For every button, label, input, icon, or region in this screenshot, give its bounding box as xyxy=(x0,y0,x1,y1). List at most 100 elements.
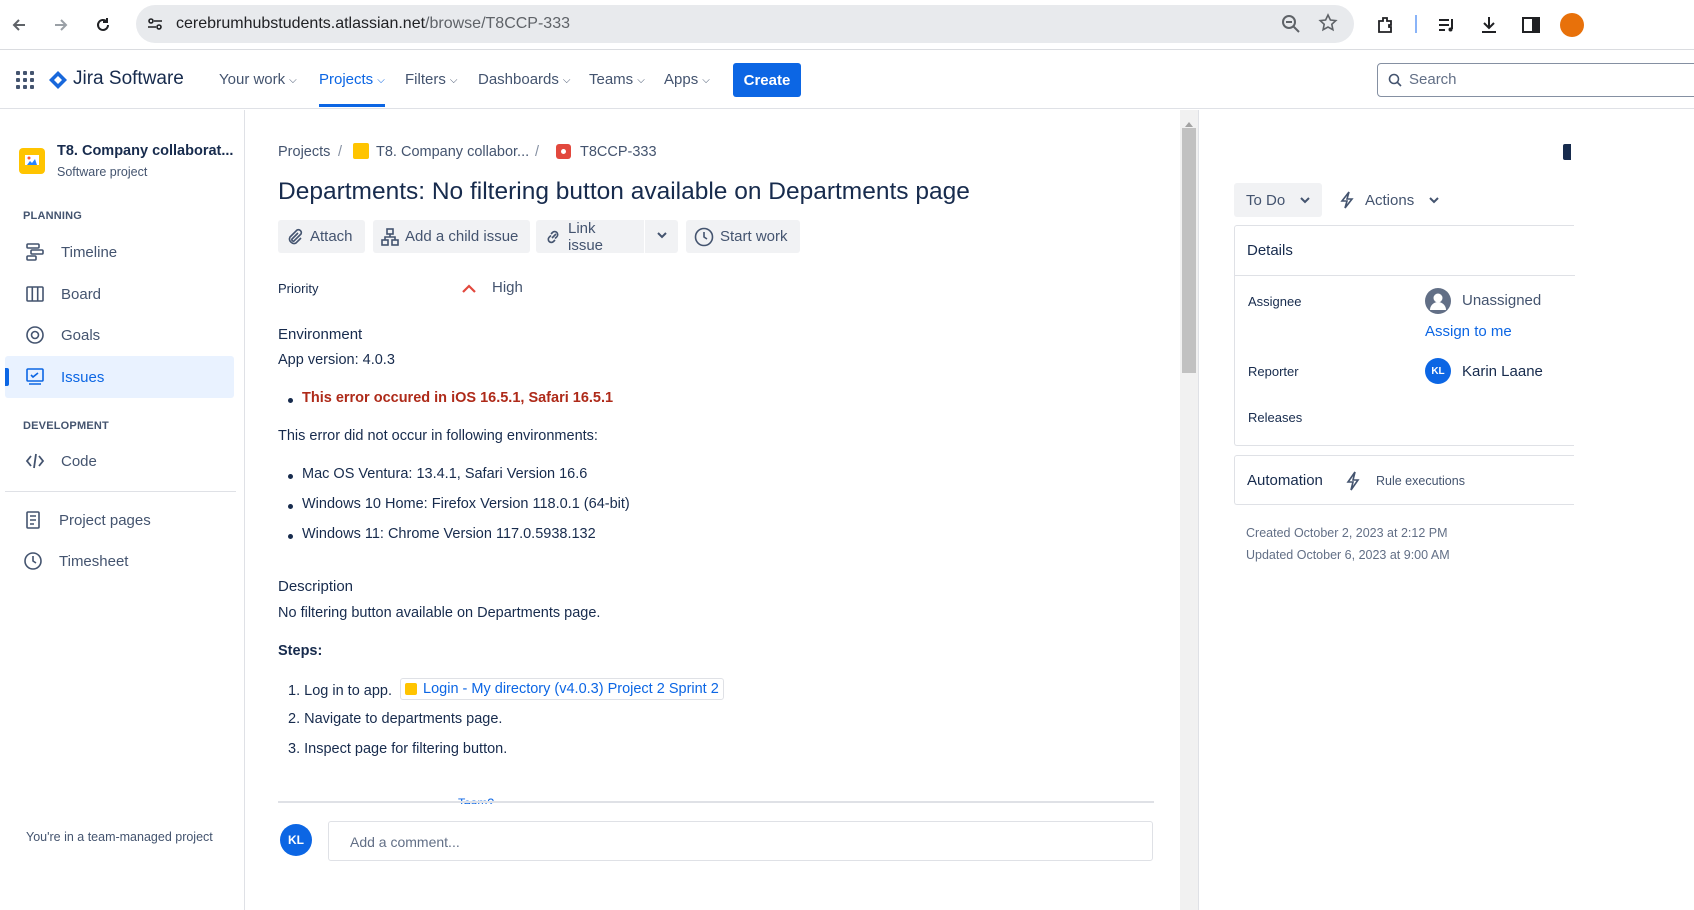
list-item: Windows 11: Chrome Version 117.0.5938.13… xyxy=(288,526,596,542)
automation-heading[interactable]: Automation xyxy=(1247,472,1323,489)
steps-heading: Steps: xyxy=(278,643,323,659)
nav-projects[interactable]: Projects ⌵ xyxy=(319,71,385,107)
project-avatar-icon xyxy=(19,148,45,174)
details-divider xyxy=(1235,275,1575,276)
sidebar-item-label: Timesheet xyxy=(59,552,129,570)
link-issue-button[interactable]: Link issue xyxy=(536,220,644,254)
paperclip-icon xyxy=(286,228,304,246)
url-text: cerebrumhubstudents.atlassian.net/browse… xyxy=(176,15,570,32)
automation-section[interactable]: Automation Rule executions xyxy=(1234,455,1574,505)
breadcrumb-project[interactable]: T8. Company collabor... xyxy=(376,144,529,160)
sidebar-item-timesheet[interactable]: Timesheet xyxy=(5,540,234,582)
site-settings-icon[interactable] xyxy=(146,15,164,36)
project-type: Software project xyxy=(57,165,148,179)
sidebar-item-label: Timeline xyxy=(61,243,118,261)
nav-teams[interactable]: Teams ⌵ xyxy=(589,71,645,88)
rule-executions-label[interactable]: Rule executions xyxy=(1376,474,1465,488)
main-scrollbar[interactable] xyxy=(1180,110,1198,910)
sidebar-item-code[interactable]: Code xyxy=(5,440,234,482)
breadcrumb-issue-key[interactable]: T8CCP-333 xyxy=(580,144,657,160)
downloads-icon[interactable] xyxy=(1476,12,1502,38)
code-icon xyxy=(23,449,47,473)
bug-icon[interactable] xyxy=(556,144,571,159)
scrollbar-thumb[interactable] xyxy=(1182,128,1196,373)
sidebar-item-label: Goals xyxy=(61,326,101,344)
breadcrumb-separator: / xyxy=(535,144,540,160)
project-name[interactable]: T8. Company collaborat... xyxy=(57,143,233,159)
updated-timestamp: Updated October 6, 2023 at 9:00 AM xyxy=(1246,548,1450,562)
priority-value[interactable]: High xyxy=(492,279,523,296)
browser-toolbar: cerebrumhubstudents.atlassian.net/browse… xyxy=(0,0,1694,50)
attach-button[interactable]: Attach xyxy=(278,220,365,253)
sidebar-item-timeline[interactable]: Timeline xyxy=(5,231,234,273)
assign-to-me-link[interactable]: Assign to me xyxy=(1425,323,1512,340)
details-section: Details Assignee Unassigned Assign to me… xyxy=(1234,225,1575,446)
actions-button[interactable]: Actions xyxy=(1339,183,1440,217)
board-icon xyxy=(23,282,47,306)
reporter-avatar: KL xyxy=(1425,358,1451,384)
start-work-button[interactable]: Start work xyxy=(686,220,800,253)
not-occur-intro: This error did not occur in following en… xyxy=(278,428,598,444)
address-bar[interactable]: cerebrumhubstudents.atlassian.net/browse… xyxy=(136,5,1354,43)
assignee-label: Assignee xyxy=(1248,294,1302,309)
issue-main: Projects / T8. Company collabor... / T8C… xyxy=(246,110,1181,910)
create-button[interactable]: Create xyxy=(733,63,801,97)
reporter-value[interactable]: Karin Laane xyxy=(1462,363,1543,380)
profile-avatar[interactable] xyxy=(1560,13,1584,37)
lightning-icon xyxy=(1345,471,1361,494)
product-name[interactable]: Jira Software xyxy=(73,68,184,90)
nav-dashboards[interactable]: Dashboards ⌵ xyxy=(478,71,570,88)
assignee-value[interactable]: Unassigned xyxy=(1462,292,1541,309)
details-heading[interactable]: Details xyxy=(1247,242,1293,259)
list-item: Mac OS Ventura: 13.4.1, Safari Version 1… xyxy=(287,466,588,482)
media-control-icon[interactable] xyxy=(1434,12,1460,38)
zoom-icon[interactable] xyxy=(1281,14,1301,37)
sidebar-item-issues[interactable]: Issues xyxy=(5,356,234,398)
created-timestamp: Created October 2, 2023 at 2:12 PM xyxy=(1246,526,1448,540)
sidebar-item-label: Project pages xyxy=(59,511,151,529)
list-item: 1. Log in to app. Login - My directory (… xyxy=(288,678,724,700)
issue-title[interactable]: Departments: No filtering button availab… xyxy=(278,178,970,206)
search-icon xyxy=(1388,73,1402,90)
confluence-page-link[interactable]: Login - My directory (v4.0.3) Project 2 … xyxy=(400,678,724,700)
bookmark-star-icon[interactable] xyxy=(1318,13,1338,36)
planning-heading: PLANNING xyxy=(23,210,83,222)
app-switcher-icon[interactable] xyxy=(16,71,34,92)
extensions-icon[interactable] xyxy=(1373,12,1399,38)
breadcrumb-projects[interactable]: Projects xyxy=(278,144,330,160)
details-panel: To Do Actions Details Assignee Unassigne… xyxy=(1198,110,1694,910)
forward-icon[interactable] xyxy=(48,12,74,38)
nav-your-work[interactable]: Your work ⌵ xyxy=(219,71,297,88)
more-actions-dropdown[interactable] xyxy=(645,220,678,253)
toolbar-divider xyxy=(1415,15,1417,33)
nav-apps[interactable]: Apps ⌵ xyxy=(664,71,710,88)
description-text: No filtering button available on Departm… xyxy=(278,605,601,621)
clock-icon xyxy=(21,549,45,573)
sidebar-item-label: Code xyxy=(61,452,97,470)
sidebar-item-board[interactable]: Board xyxy=(5,273,234,315)
side-panel-icon[interactable] xyxy=(1518,12,1544,38)
sidebar-item-label: Board xyxy=(61,285,102,303)
environment-heading: Environment xyxy=(278,326,363,343)
reload-icon[interactable] xyxy=(90,12,116,38)
add-child-issue-button[interactable]: Add a child issue xyxy=(373,220,531,253)
description-heading: Description xyxy=(278,578,354,595)
development-heading: DEVELOPMENT xyxy=(23,420,109,432)
search-input[interactable]: Search xyxy=(1377,63,1694,97)
sidebar-item-goals[interactable]: Goals xyxy=(5,314,234,356)
comment-input[interactable]: Add a comment... xyxy=(328,821,1153,861)
status-dropdown[interactable]: To Do xyxy=(1234,183,1322,217)
nav-filters[interactable]: Filters ⌵ xyxy=(405,71,457,88)
back-icon[interactable] xyxy=(6,12,32,38)
sidebar-divider xyxy=(5,491,236,492)
reporter-label: Reporter xyxy=(1248,364,1299,379)
list-item: Windows 10 Home: Firefox Version 118.0.1… xyxy=(288,496,630,512)
project-pages-icon xyxy=(21,508,45,532)
goals-icon xyxy=(23,323,47,347)
unassigned-avatar-icon xyxy=(1425,288,1451,317)
jira-logo-icon[interactable] xyxy=(48,70,68,93)
project-sidebar: T8. Company collaborat... Software proje… xyxy=(0,110,245,910)
sidebar-item-project-pages[interactable]: Project pages xyxy=(5,499,234,541)
jira-top-nav: Jira Software Your work ⌵ Projects ⌵ Filte… xyxy=(0,51,1694,109)
timeline-icon xyxy=(23,240,47,264)
